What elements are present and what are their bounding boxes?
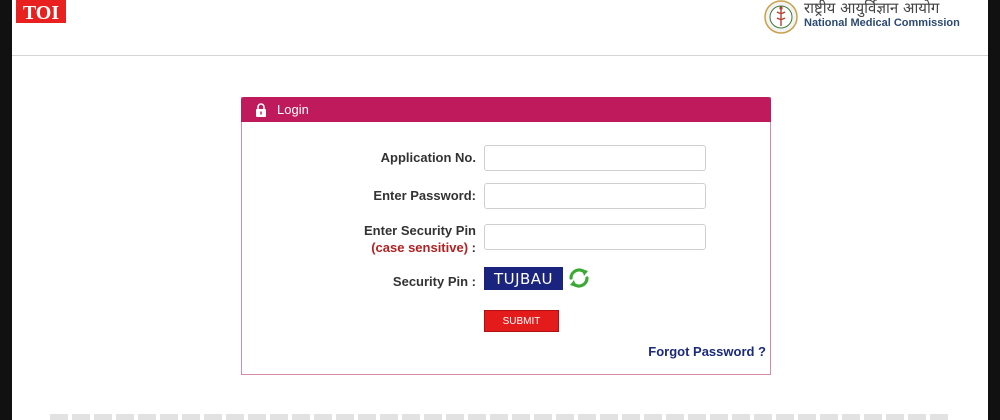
login-panel-header: Login [241, 97, 771, 122]
captcha-image: TUJBAU [484, 267, 563, 290]
frame-left-border [0, 0, 12, 420]
password-label: Enter Password: [373, 188, 476, 203]
footer-text-strip [50, 414, 950, 420]
login-title: Login [277, 102, 309, 117]
application-number-input[interactable] [484, 145, 706, 171]
nmc-emblem-icon [764, 0, 798, 34]
nmc-hindi-name: राष्ट्रीय आयुर्विज्ञान आयोग [804, 0, 940, 17]
application-label: Application No. [380, 150, 476, 165]
forgot-password-link[interactable]: Forgot Password ? [648, 344, 766, 359]
security-pin-label-group: Enter Security Pin (case sensitive) : [364, 222, 476, 256]
submit-button[interactable]: SUBMIT [484, 310, 559, 332]
lock-icon [256, 102, 266, 117]
case-sensitive-label: (case sensitive) [371, 240, 469, 255]
password-input[interactable] [484, 183, 706, 209]
brand-logo: TOI [16, 0, 66, 23]
captcha-row: Security Pin : [393, 274, 476, 289]
nmc-logo: राष्ट्रीय आयुर्विज्ञान आयोग National Med… [764, 0, 960, 34]
application-row: Application No. [381, 150, 476, 165]
security-pin-input[interactable] [484, 224, 706, 250]
captcha-label: Security Pin : [392, 274, 476, 289]
header-divider [12, 55, 988, 56]
login-panel: Login Application No. Enter Password: En… [241, 97, 771, 375]
frame-right-border [988, 0, 1000, 420]
case-sensitive-colon: : [468, 240, 476, 255]
security-pin-label: Enter Security Pin [364, 223, 476, 238]
nmc-english-name: National Medical Commission [804, 16, 960, 29]
password-row: Enter Password: [373, 188, 476, 203]
refresh-icon[interactable] [567, 266, 591, 290]
